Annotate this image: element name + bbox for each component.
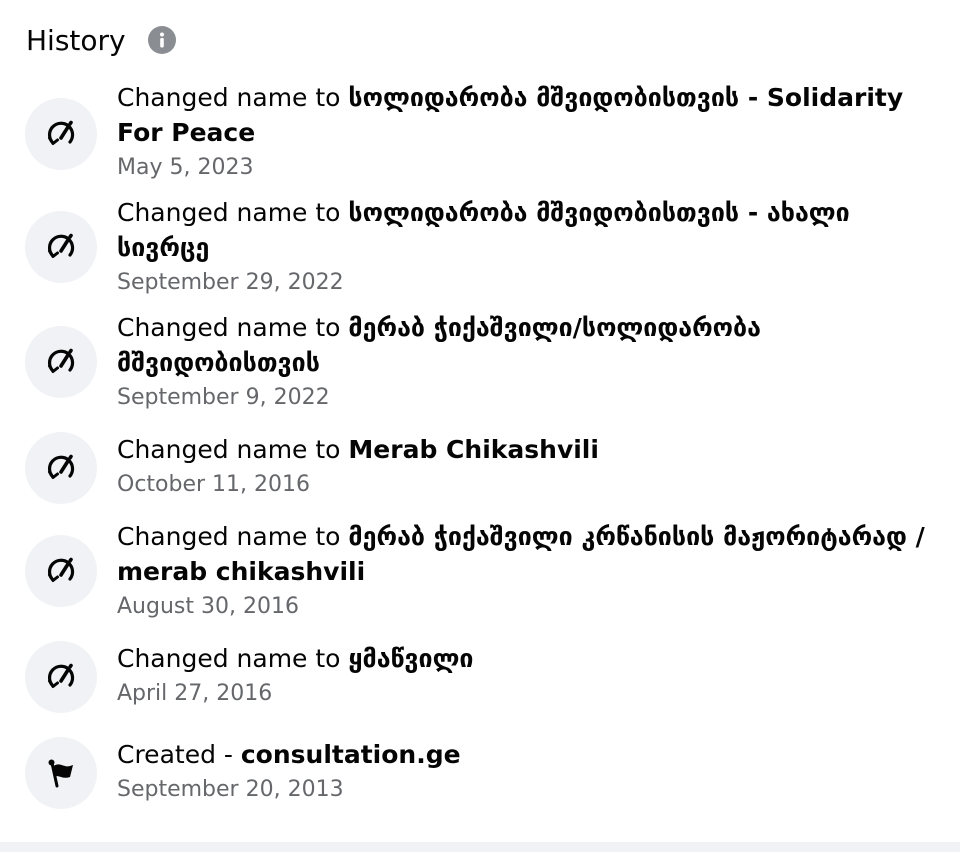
page-name: Merab Chikashvili	[348, 435, 599, 464]
change-date: September 9, 2022	[117, 385, 330, 410]
change-date: May 5, 2023	[117, 155, 254, 180]
change-label: Changed name to	[117, 313, 349, 342]
history-header: History	[26, 20, 176, 60]
pencil-edit-icon	[25, 211, 97, 283]
change-date: September 29, 2022	[117, 270, 344, 295]
change-label: Changed name to	[117, 644, 349, 673]
change-label: Changed name to	[117, 435, 349, 464]
pencil-edit-icon	[25, 98, 97, 170]
section-divider	[0, 842, 960, 852]
change-date: October 11, 2016	[117, 472, 311, 497]
change-label: Changed name to	[117, 522, 349, 551]
pencil-edit-icon	[25, 326, 97, 398]
pencil-edit-icon	[25, 641, 97, 713]
info-icon[interactable]	[147, 26, 176, 54]
pencil-edit-icon	[25, 432, 97, 504]
page-name: consultation.ge	[240, 740, 461, 769]
change-label: Changed name to	[117, 83, 349, 112]
pencil-edit-icon	[25, 535, 97, 607]
change-date: April 27, 2016	[117, 681, 273, 706]
change-date: August 30, 2016	[117, 594, 299, 619]
flag-icon	[25, 737, 97, 809]
page-name: ყმაწვილი	[348, 644, 474, 673]
section-title: History	[26, 23, 126, 57]
created-label: Created -	[117, 740, 241, 769]
change-label: Changed name to	[117, 198, 349, 227]
created-date: September 20, 2013	[117, 777, 344, 802]
